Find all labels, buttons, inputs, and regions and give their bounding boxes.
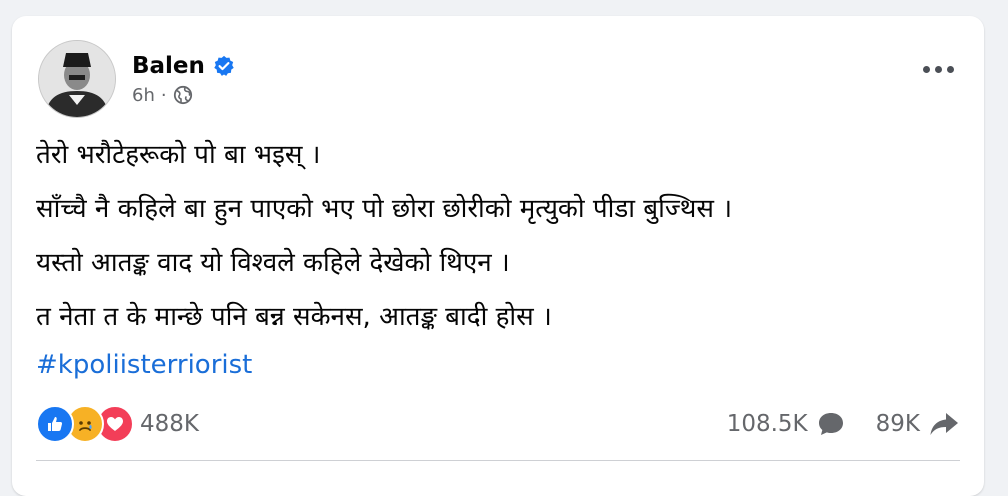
footer-divider [36,460,960,461]
author-name[interactable]: Balen [132,53,205,79]
engagement-stats: 108.5K 89K [727,410,960,438]
post-text-line: साँच्चै नै कहिले बा हुन पाएको भए पो छोरा… [36,194,733,224]
author-row: Balen [132,53,235,79]
post-footer: 488K 108.5K 89K [36,402,960,446]
more-dot [923,66,930,73]
globe-icon[interactable] [173,85,193,105]
verified-badge-icon [213,55,235,77]
like-icon [36,405,74,443]
post-card: Balen 6h · तेरो भरौटेहरूको पो बा भइस् । … [12,16,984,496]
post-sub-row: 6h · [132,85,235,106]
more-dot [947,66,954,73]
more-options-icon[interactable] [923,66,954,73]
share-icon [930,413,958,435]
avatar[interactable] [38,40,116,118]
post-header: Balen 6h · [38,40,235,118]
post-text-line: यस्तो आतङ्क वाद यो विश्वले कहिले देखेको … [36,248,510,278]
hashtag-link[interactable]: #kpoliisterriorist [36,350,252,380]
shares-count[interactable]: 89K [876,410,960,438]
more-dot [935,66,942,73]
post-text-line: त नेता त के मान्छे पनि बन्न सकेनस, आतङ्क… [36,302,552,332]
comments-count[interactable]: 108.5K [727,410,846,438]
post-timestamp[interactable]: 6h [132,85,155,106]
comment-icon [818,413,843,435]
post-meta: Balen 6h · [132,53,235,106]
reactions-summary[interactable]: 488K [36,405,199,443]
separator-dot: · [160,84,167,106]
reactions-count: 488K [140,411,199,437]
comments-count-label: 108.5K [726,411,808,437]
post-text: तेरो भरौटेहरूको पो बा भइस् । साँच्चै नै … [36,138,956,334]
shares-count-label: 89K [875,411,920,437]
post-text-line: तेरो भरौटेहरूको पो बा भइस् । [36,140,321,170]
